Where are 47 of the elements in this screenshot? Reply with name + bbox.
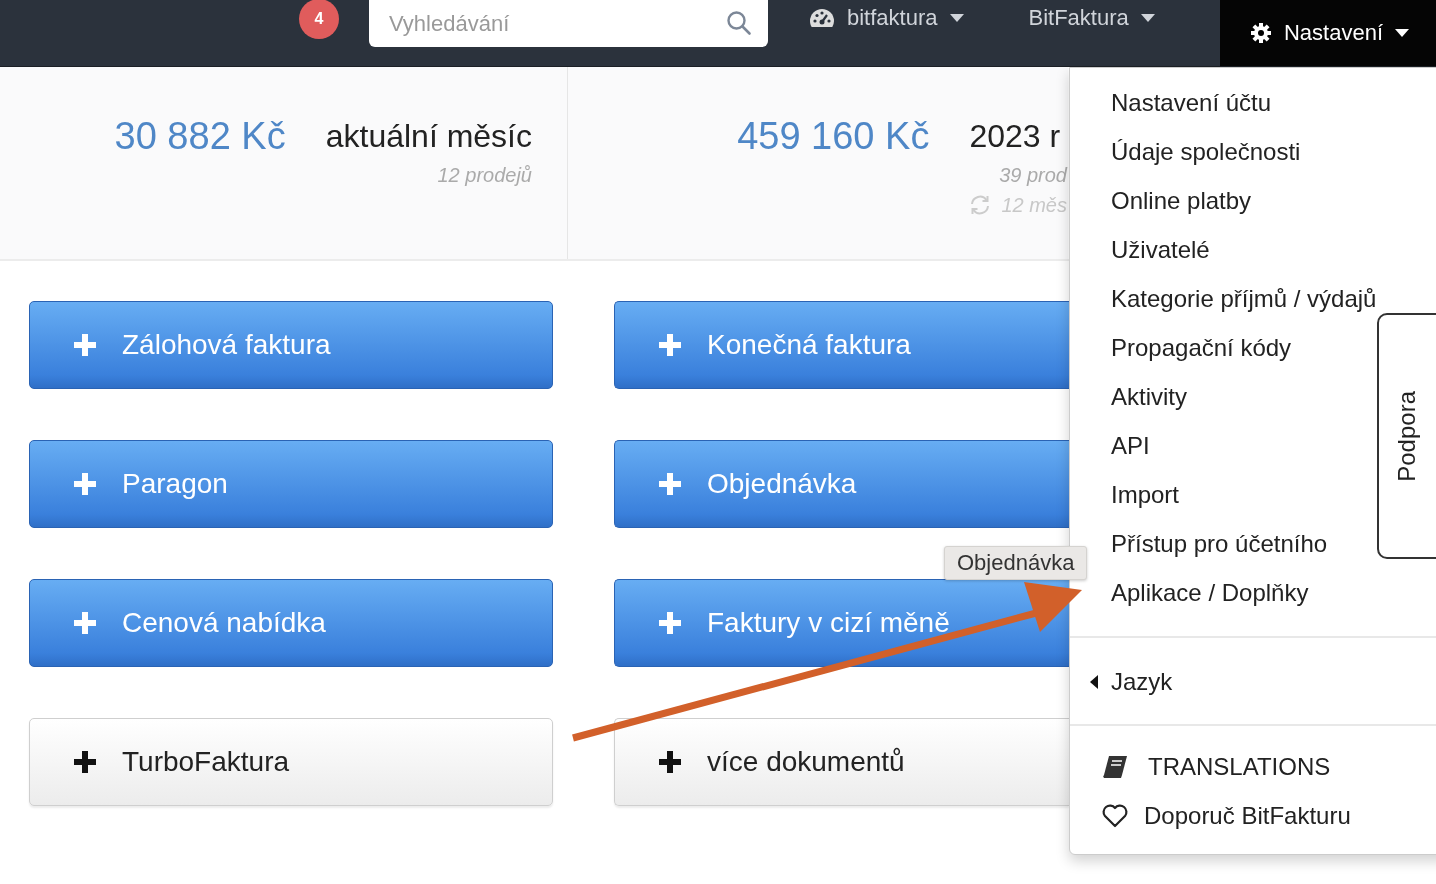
- notification-badge[interactable]: 4: [299, 0, 339, 39]
- heart-icon: [1102, 803, 1128, 828]
- search-field[interactable]: Vyhledávání: [369, 0, 768, 47]
- plus-icon: [659, 612, 681, 634]
- settings-icon: [1249, 22, 1272, 44]
- book-icon: [1102, 754, 1128, 779]
- caret-icon: [1395, 29, 1409, 37]
- plus-icon: [74, 334, 96, 356]
- plus-icon: [659, 751, 681, 773]
- menu-item[interactable]: Doporuč BitFakturu: [1102, 791, 1351, 840]
- create-document-button[interactable]: TurboFaktura: [29, 718, 553, 806]
- stat-period: 2023 r: [969, 117, 1061, 156]
- stat-amount: 459 160 Kč: [737, 114, 930, 159]
- menu-item[interactable]: Online platby: [1111, 176, 1252, 225]
- plus-icon: [74, 473, 96, 495]
- plus-icon: [74, 751, 96, 773]
- caret-icon: [949, 14, 964, 22]
- create-document-button[interactable]: více dokumentů: [614, 718, 1069, 806]
- menu-item[interactable]: Uživatelé: [1111, 225, 1210, 274]
- nav-menu[interactable]: bitfaktura: [805, 0, 991, 38]
- caret-icon: [1140, 14, 1155, 22]
- menu-item[interactable]: API: [1111, 421, 1150, 470]
- stat-note: 12 prodejů: [437, 163, 532, 188]
- caret-left-icon: [1090, 674, 1098, 689]
- stat-period: aktuální měsíc: [325, 117, 532, 156]
- speedometer-icon: [809, 8, 835, 28]
- stat-note: 39 prod: [999, 163, 1067, 188]
- menu-item[interactable]: Aktivity: [1111, 372, 1187, 421]
- plus-icon: [659, 473, 681, 495]
- menu-item[interactable]: Jazyk: [1090, 657, 1173, 706]
- plus-icon: [74, 612, 96, 634]
- tooltip: Objednávka: [944, 546, 1088, 580]
- support-tab[interactable]: Podpora: [1377, 313, 1436, 559]
- menu-item[interactable]: Propagační kódy: [1111, 323, 1292, 372]
- menu-item[interactable]: Přístup pro účetního: [1111, 519, 1328, 568]
- menu-item[interactable]: Nastavení účtu: [1111, 78, 1272, 127]
- refresh-icon: [969, 195, 992, 215]
- plus-icon: [659, 334, 681, 356]
- stat-amount: 30 882 Kč: [114, 114, 286, 159]
- nav-menu[interactable]: Nastavení: [1219, 0, 1436, 66]
- nav-menu[interactable]: BitFaktura: [1024, 0, 1182, 38]
- menu-item[interactable]: Údaje společnosti: [1111, 127, 1301, 176]
- search-icon: [726, 10, 752, 36]
- menu-item[interactable]: Import: [1111, 470, 1179, 519]
- menu-item[interactable]: Aplikace / Doplňky: [1111, 568, 1309, 617]
- menu-item[interactable]: Kategorie příjmů / výdajů: [1111, 274, 1377, 323]
- menu-item[interactable]: TRANSLATIONS: [1102, 742, 1331, 791]
